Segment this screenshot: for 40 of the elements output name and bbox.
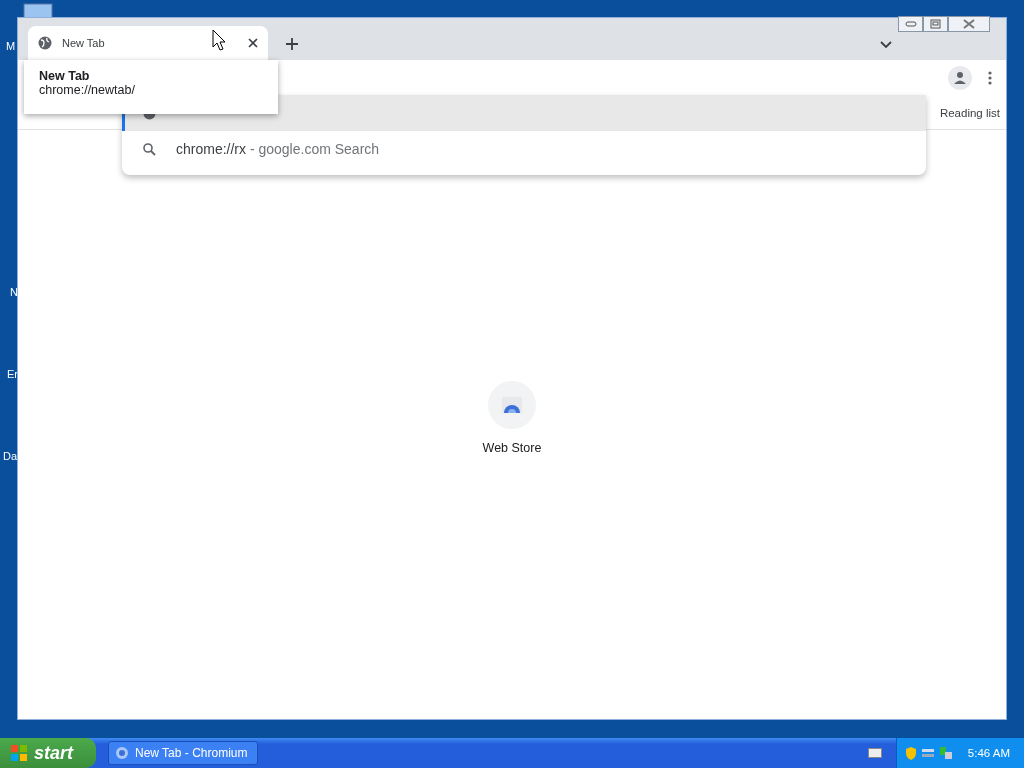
- windows-logo: [10, 744, 28, 762]
- browser-icon: [115, 746, 129, 760]
- reading-list-button[interactable]: Reading list: [939, 106, 1000, 119]
- desktop-icon-label[interactable]: Er: [7, 368, 18, 380]
- tooltip-url: chrome://newtab/: [39, 83, 136, 97]
- desktop-icon-label[interactable]: M: [6, 40, 16, 52]
- close-tab-button[interactable]: [248, 38, 258, 48]
- clock: 5:46 AM: [967, 747, 1010, 759]
- close-button[interactable]: [948, 16, 990, 32]
- browser-tab[interactable]: New Tab: [28, 26, 268, 60]
- taskbar-button[interactable]: New Tab - Chromium: [108, 741, 258, 765]
- store-icon: [501, 396, 523, 414]
- minimize-icon: [904, 21, 917, 27]
- globe-icon: [38, 36, 52, 50]
- keyboard-icon: [868, 748, 882, 758]
- maximize-icon: [930, 19, 941, 29]
- plus-icon: [286, 38, 298, 50]
- tooltip-title: New Tab: [39, 69, 91, 83]
- profile-button[interactable]: [948, 66, 972, 90]
- desktop-icon-label[interactable]: Da: [3, 450, 18, 462]
- menu-icon: [988, 71, 992, 85]
- maximize-button[interactable]: [923, 16, 948, 32]
- close-icon: [248, 38, 258, 48]
- chevron-down-icon: [880, 41, 892, 49]
- network-icon[interactable]: [921, 747, 935, 759]
- desktop-icon-label[interactable]: N: [10, 286, 18, 298]
- computer-icon[interactable]: [939, 746, 953, 760]
- tab-search-button[interactable]: [880, 41, 892, 49]
- minimize-button[interactable]: [898, 16, 923, 32]
- person-icon: [953, 71, 967, 85]
- close-icon: [963, 19, 975, 29]
- tab-title: New Tab: [62, 37, 105, 49]
- search-icon: [143, 142, 156, 156]
- cursor-icon: [212, 29, 226, 51]
- new-tab-button[interactable]: [286, 38, 298, 50]
- menu-button[interactable]: [988, 71, 992, 85]
- shield-icon[interactable]: [905, 746, 917, 760]
- suggestion-text: chrome://rx - google.com Search: [176, 141, 380, 157]
- shortcut-tile[interactable]: Web Store: [476, 380, 548, 460]
- suggestion-row[interactable]: chrome://rx - google.com Search: [122, 131, 926, 167]
